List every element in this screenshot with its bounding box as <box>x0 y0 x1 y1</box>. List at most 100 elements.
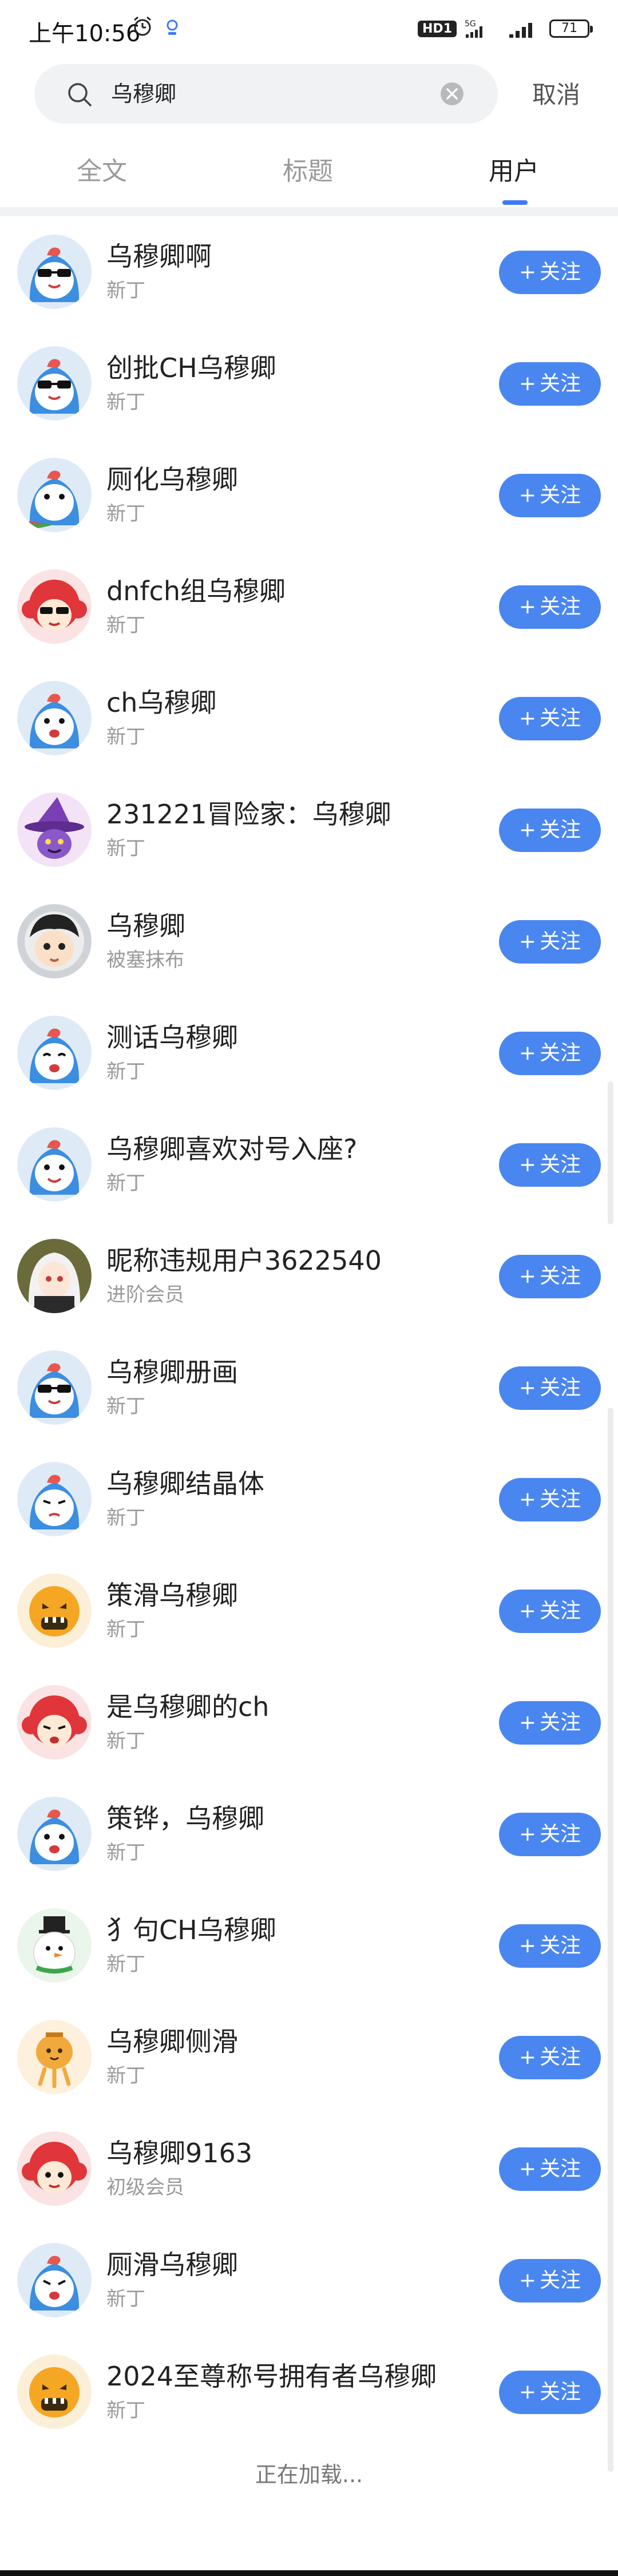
follow-label: 关注 <box>540 930 581 953</box>
list-item[interactable]: 策铧，乌穆卿 新丁 + 关注 <box>0 1778 618 1890</box>
user-name: 乌穆卿结晶体 <box>106 1468 264 1499</box>
list-item[interactable]: 是乌穆卿的ch 新丁 + 关注 <box>0 1667 618 1778</box>
follow-button[interactable]: + 关注 <box>499 1255 601 1298</box>
search-query: 乌穆卿 <box>111 81 177 106</box>
blue-bird-sunglasses-icon <box>17 346 92 421</box>
follow-button[interactable]: + 关注 <box>499 1701 601 1745</box>
anime-girl-icon <box>17 1239 92 1313</box>
tab-fulltext[interactable]: 全文 <box>77 154 127 189</box>
list-item[interactable]: 乌穆卿侧滑 新丁 + 关注 <box>0 2002 618 2113</box>
plus-icon: + <box>518 1376 537 1400</box>
list-item[interactable]: 测话乌穆卿 新丁 + 关注 <box>0 997 618 1109</box>
user-name: 乌穆卿啊 <box>106 241 212 272</box>
cartoon-boy-icon <box>17 904 92 978</box>
cancel-button[interactable]: 取消 <box>532 79 580 111</box>
clear-icon[interactable] <box>439 81 465 106</box>
follow-button[interactable]: + 关注 <box>499 1813 601 1856</box>
plus-icon: + <box>518 1265 537 1288</box>
user-level: 新丁 <box>106 1395 145 1418</box>
follow-button[interactable]: + 关注 <box>499 1143 601 1187</box>
follow-button[interactable]: + 关注 <box>499 362 601 406</box>
scrollbar[interactable] <box>608 1081 613 1224</box>
signal-5g-icon: 5G <box>465 19 482 38</box>
list-item[interactable]: 厕滑乌穆卿 新丁 + 关注 <box>0 2225 618 2336</box>
follow-button[interactable]: + 关注 <box>499 1924 601 1968</box>
follow-button[interactable]: + 关注 <box>499 251 601 294</box>
follow-label: 关注 <box>540 260 581 284</box>
list-item[interactable]: 昵称违规用户3622540 进阶会员 + 关注 <box>0 1220 618 1332</box>
follow-label: 关注 <box>540 2157 581 2181</box>
follow-label: 关注 <box>540 2269 581 2292</box>
user-level: 新丁 <box>106 1618 145 1641</box>
follow-label: 关注 <box>540 1711 581 1734</box>
user-level: 被塞抹布 <box>106 949 184 972</box>
follow-button[interactable]: + 关注 <box>499 2259 601 2302</box>
follow-button[interactable]: + 关注 <box>499 1478 601 1521</box>
user-level: 新丁 <box>106 391 145 414</box>
plus-icon: + <box>518 2380 537 2404</box>
list-item[interactable]: 2024至尊称号拥有者乌穆卿 新丁 + 关注 <box>0 2336 618 2448</box>
user-name: dnfch组乌穆卿 <box>106 576 286 607</box>
follow-button[interactable]: + 关注 <box>499 2036 601 2079</box>
list-item[interactable]: 乌穆卿结晶体 新丁 + 关注 <box>0 1444 618 1555</box>
witch-hat-icon <box>17 792 92 867</box>
list-item[interactable]: 犭句CH乌穆卿 新丁 + 关注 <box>0 1890 618 2002</box>
list-item[interactable]: 乌穆卿喜欢对号入座? 新丁 + 关注 <box>0 1109 618 1220</box>
user-name: ch乌穆卿 <box>106 687 217 718</box>
tab-users[interactable]: 用户 <box>489 154 539 189</box>
list-item[interactable]: 231221冒险家：乌穆卿 新丁 + 关注 <box>0 774 618 886</box>
list-item[interactable]: 乌穆卿9163 初级会员 + 关注 <box>0 2113 618 2225</box>
plus-icon: + <box>518 2157 537 2181</box>
blue-bird-icon <box>17 1127 92 1202</box>
follow-label: 关注 <box>540 1488 581 1511</box>
user-name: 乌穆卿侧滑 <box>106 2026 238 2057</box>
user-level: 初级会员 <box>106 2176 184 2199</box>
status-indicators: HD1 5G 71 <box>418 17 593 40</box>
tab-indicator <box>502 200 528 205</box>
status-bar: 上午10:56 HD1 5G 71 <box>0 0 618 57</box>
orange-monster-icon <box>17 1574 92 1648</box>
user-level: 新丁 <box>106 1507 145 1529</box>
plus-icon: + <box>518 1041 537 1065</box>
tab-title[interactable]: 标题 <box>283 154 333 189</box>
follow-button[interactable]: + 关注 <box>499 2371 601 2414</box>
list-item[interactable]: dnfch组乌穆卿 新丁 + 关注 <box>0 551 618 663</box>
search-input[interactable]: 乌穆卿 <box>34 64 498 124</box>
follow-label: 关注 <box>540 595 581 619</box>
follow-button[interactable]: + 关注 <box>499 474 601 517</box>
snowman-icon <box>17 1908 92 1983</box>
list-item[interactable]: ch乌穆卿 新丁 + 关注 <box>0 663 618 774</box>
hd-badge: HD1 <box>418 20 457 37</box>
list-item[interactable]: 厕化乌穆卿 新丁 + 关注 <box>0 439 618 551</box>
follow-button[interactable]: + 关注 <box>499 920 601 964</box>
search-row: 乌穆卿 取消 <box>0 62 618 125</box>
follow-button[interactable]: + 关注 <box>499 809 601 852</box>
blue-bird-icon <box>17 1797 92 1871</box>
follow-label: 关注 <box>540 1934 581 1957</box>
follow-button[interactable]: + 关注 <box>499 1590 601 1633</box>
user-level: 新丁 <box>106 837 145 860</box>
follow-label: 关注 <box>540 484 581 507</box>
user-name: 乌穆卿喜欢对号入座? <box>106 1134 358 1164</box>
follow-label: 关注 <box>540 1041 581 1065</box>
blue-bird-icon <box>17 1016 92 1090</box>
plus-icon: + <box>518 1153 537 1176</box>
plus-icon: + <box>518 372 537 395</box>
list-item[interactable]: 乌穆卿册画 新丁 + 关注 <box>0 1332 618 1444</box>
search-icon <box>68 83 92 106</box>
follow-button[interactable]: + 关注 <box>499 585 601 629</box>
plus-icon: + <box>518 2269 537 2292</box>
follow-label: 关注 <box>540 2380 581 2404</box>
list-item[interactable]: 乌穆卿 被塞抹布 + 关注 <box>0 886 618 997</box>
list-item[interactable]: 策滑乌穆卿 新丁 + 关注 <box>0 1555 618 1667</box>
list-item[interactable]: 创批CH乌穆卿 新丁 + 关注 <box>0 328 618 439</box>
blue-bird-icon <box>17 681 92 755</box>
follow-button[interactable]: + 关注 <box>499 1032 601 1075</box>
user-name: 策滑乌穆卿 <box>106 1580 238 1611</box>
user-name: 昵称违规用户3622540 <box>106 1245 382 1276</box>
follow-label: 关注 <box>540 1599 581 1623</box>
follow-button[interactable]: + 关注 <box>499 1366 601 1410</box>
follow-button[interactable]: + 关注 <box>499 697 601 740</box>
list-item[interactable]: 乌穆卿啊 新丁 + 关注 <box>0 216 618 328</box>
follow-button[interactable]: + 关注 <box>499 2147 601 2191</box>
